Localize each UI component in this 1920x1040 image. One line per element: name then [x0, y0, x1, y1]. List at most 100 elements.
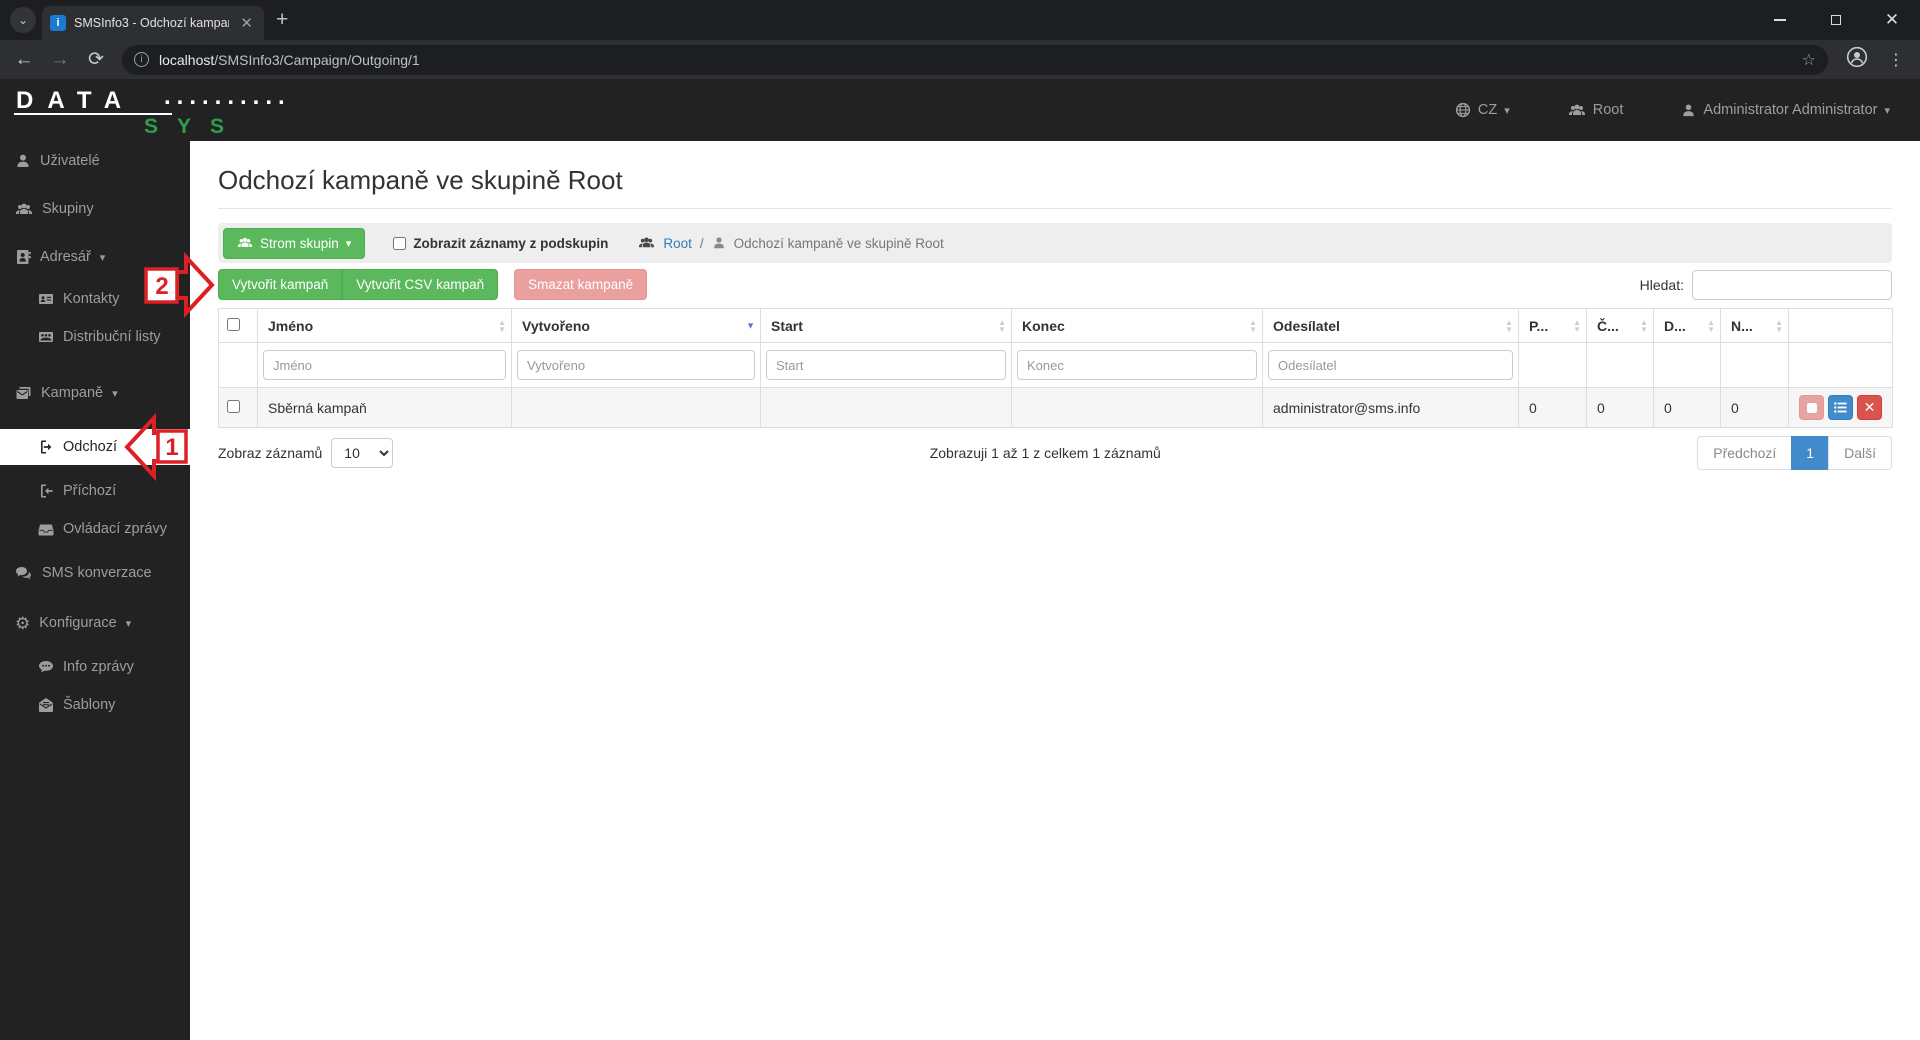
- show-subgroups-option[interactable]: Zobrazit záznamy z podskupin: [393, 236, 608, 251]
- pagination-page-1[interactable]: 1: [1791, 436, 1830, 470]
- cell-p: 0: [1518, 387, 1587, 428]
- column-header-odesilatel[interactable]: Odesílatel ▲ ▼: [1262, 308, 1519, 343]
- table-search: Hledat:: [1640, 269, 1892, 300]
- filter-cell-empty: [1518, 342, 1587, 388]
- filter-input-konec[interactable]: [1017, 350, 1257, 380]
- create-button-group: Vytvořit kampaň Vytvořit CSV kampaň: [218, 269, 499, 300]
- users-icon: [639, 237, 655, 248]
- tab-search-button[interactable]: ⌄: [10, 7, 36, 33]
- sidebar-item-prichozi[interactable]: Příchozí: [0, 473, 190, 509]
- select-all-checkbox[interactable]: [227, 317, 240, 331]
- column-header-p[interactable]: P... ▲ ▼: [1518, 308, 1587, 343]
- restore-button[interactable]: [1808, 0, 1864, 40]
- users-icon: [1568, 104, 1585, 115]
- create-csv-campaign-button[interactable]: Vytvořit CSV kampaň: [342, 269, 499, 300]
- url-text[interactable]: localhost/SMSInfo3/Campaign/Outgoing/1: [159, 52, 1792, 68]
- table-footer: Zobraz záznamů 10 Zobrazuji 1 až 1 z cel…: [218, 436, 1892, 470]
- app-navbar: DATA .......... SYS CZ ▾ Root Administra…: [0, 79, 1920, 141]
- sidebar-item-sms-konverzace[interactable]: SMS konverzace: [0, 555, 190, 591]
- browser-menu-icon[interactable]: ⋮: [1888, 50, 1904, 70]
- sidebar: Uživatelé Skupiny Adresář ▾ Kontakty Dis…: [0, 141, 190, 1040]
- sidebar-item-odchozi[interactable]: Odchozí: [0, 429, 190, 465]
- sidebar-item-sablony[interactable]: Šablony: [0, 687, 190, 723]
- column-header-vytvoreno[interactable]: Vytvořeno ▼: [511, 308, 761, 343]
- pagination-previous[interactable]: Předchozí: [1697, 436, 1793, 470]
- filter-input-vytvoreno[interactable]: [517, 350, 755, 380]
- reload-button[interactable]: ⟳: [80, 48, 112, 71]
- new-tab-button[interactable]: +: [276, 8, 288, 32]
- create-campaign-button[interactable]: Vytvořit kampaň: [218, 269, 343, 300]
- user-icon: [713, 237, 724, 249]
- delete-campaigns-button[interactable]: Smazat kampaně: [514, 269, 648, 300]
- group-tree-label: Strom skupin: [260, 235, 339, 251]
- column-header-n[interactable]: N... ▲ ▼: [1720, 308, 1789, 343]
- sort-icons: ▲ ▼: [1775, 317, 1783, 334]
- filter-input-start[interactable]: [766, 350, 1006, 380]
- column-header-c[interactable]: Č... ▲ ▼: [1586, 308, 1654, 343]
- address-bar[interactable]: i localhost/SMSInfo3/Campaign/Outgoing/1…: [122, 44, 1828, 75]
- show-subgroups-checkbox[interactable]: [393, 236, 407, 250]
- language-menu[interactable]: CZ ▾: [1455, 102, 1510, 118]
- pagination-next[interactable]: Další: [1828, 436, 1892, 470]
- user-menu[interactable]: Administrator Administrator ▾: [1681, 102, 1890, 118]
- forward-button[interactable]: →: [44, 49, 76, 71]
- tab-close-icon[interactable]: ✕: [237, 14, 256, 32]
- sidebar-item-label: Info zprávy: [63, 659, 134, 675]
- sidebar-item-label: Adresář: [40, 249, 91, 265]
- breadcrumb: Root / Odchozí kampaně ve skupině Root: [638, 236, 944, 251]
- browser-tab[interactable]: i SMSInfo3 - Odchozí kampaně ✕: [42, 6, 264, 40]
- minimize-button[interactable]: [1752, 0, 1808, 40]
- sidebar-item-uzivatele[interactable]: Uživatelé: [0, 143, 190, 179]
- search-input[interactable]: [1692, 269, 1892, 300]
- sidebar-item-info-zpravy[interactable]: Info zprávy: [0, 649, 190, 685]
- sidebar-item-adresar[interactable]: Adresář ▾: [0, 239, 190, 275]
- filter-input-jmeno[interactable]: [263, 350, 506, 380]
- group-tree-button[interactable]: Strom skupin ▾: [223, 227, 366, 259]
- address-book-icon: [17, 250, 31, 264]
- table-row[interactable]: Sběrná kampaň administrator@sms.info 0 0…: [218, 387, 1893, 428]
- breadcrumb-root-link[interactable]: Root: [663, 236, 692, 251]
- datasys-logo[interactable]: DATA .......... SYS: [12, 79, 312, 141]
- cell-n: 0: [1720, 387, 1789, 428]
- page-size-select[interactable]: 10: [331, 438, 394, 468]
- chevron-down-icon: ▾: [1504, 104, 1510, 117]
- sidebar-item-label: Skupiny: [42, 201, 94, 217]
- sidebar-item-kampane[interactable]: Kampaně ▾: [0, 375, 190, 411]
- group-menu[interactable]: Root: [1568, 102, 1623, 118]
- page-title: Odchozí kampaně ve skupině Root: [218, 165, 1892, 209]
- delete-row-button[interactable]: ✕: [1857, 395, 1882, 420]
- filter-input-odesilatel[interactable]: [1268, 350, 1513, 380]
- info-messages-icon: [39, 660, 53, 672]
- chevron-down-icon: ▾: [125, 617, 132, 630]
- close-button[interactable]: ✕: [1864, 0, 1920, 40]
- page-size-control: Zobraz záznamů 10: [218, 438, 394, 468]
- sidebar-item-ovladaci-zpravy[interactable]: Ovládací zprávy: [0, 511, 190, 547]
- navbar-menu: CZ ▾ Root Administrator Administrator ▾: [1455, 79, 1890, 141]
- profile-icon[interactable]: [1846, 46, 1868, 73]
- sidebar-item-distribucni-listy[interactable]: Distribuční listy: [0, 319, 190, 355]
- site-info-icon[interactable]: i: [134, 52, 149, 67]
- browser-tabstrip: ⌄ i SMSInfo3 - Odchozí kampaně ✕ + ✕: [0, 0, 1920, 40]
- stop-campaign-button[interactable]: [1799, 395, 1824, 420]
- context-bar: Strom skupin ▾ Zobrazit záznamy z podsku…: [218, 223, 1892, 263]
- sidebar-item-label: Ovládací zprávy: [63, 521, 167, 537]
- favicon: i: [50, 15, 66, 31]
- browser-window: ⌄ i SMSInfo3 - Odchozí kampaně ✕ + ✕ ← →…: [0, 0, 1920, 79]
- bookmark-star-icon[interactable]: ☆: [1802, 50, 1816, 70]
- sidebar-item-label: Distribuční listy: [63, 329, 161, 345]
- sidebar-item-konfigurace[interactable]: ⚙ Konfigurace ▾: [0, 605, 190, 641]
- cell-d: 0: [1653, 387, 1721, 428]
- logo-text-data: DATA: [16, 87, 136, 114]
- distribution-list-icon: [39, 332, 53, 342]
- campaign-detail-button[interactable]: [1828, 395, 1853, 420]
- column-header-konec[interactable]: Konec ▲ ▼: [1011, 308, 1263, 343]
- column-header-d[interactable]: D... ▲ ▼: [1653, 308, 1721, 343]
- column-header-start[interactable]: Start ▲ ▼: [760, 308, 1012, 343]
- browser-toolbar: ← → ⟳ i localhost/SMSInfo3/Campaign/Outg…: [0, 40, 1920, 79]
- back-button[interactable]: ←: [8, 49, 40, 71]
- sidebar-item-kontakty[interactable]: Kontakty: [0, 281, 190, 317]
- column-header-jmeno[interactable]: Jméno ▲ ▼: [257, 308, 512, 343]
- row-select-checkbox[interactable]: [227, 399, 240, 413]
- sidebar-item-skupiny[interactable]: Skupiny: [0, 191, 190, 227]
- sidebar-item-label: Odchozí: [63, 439, 117, 455]
